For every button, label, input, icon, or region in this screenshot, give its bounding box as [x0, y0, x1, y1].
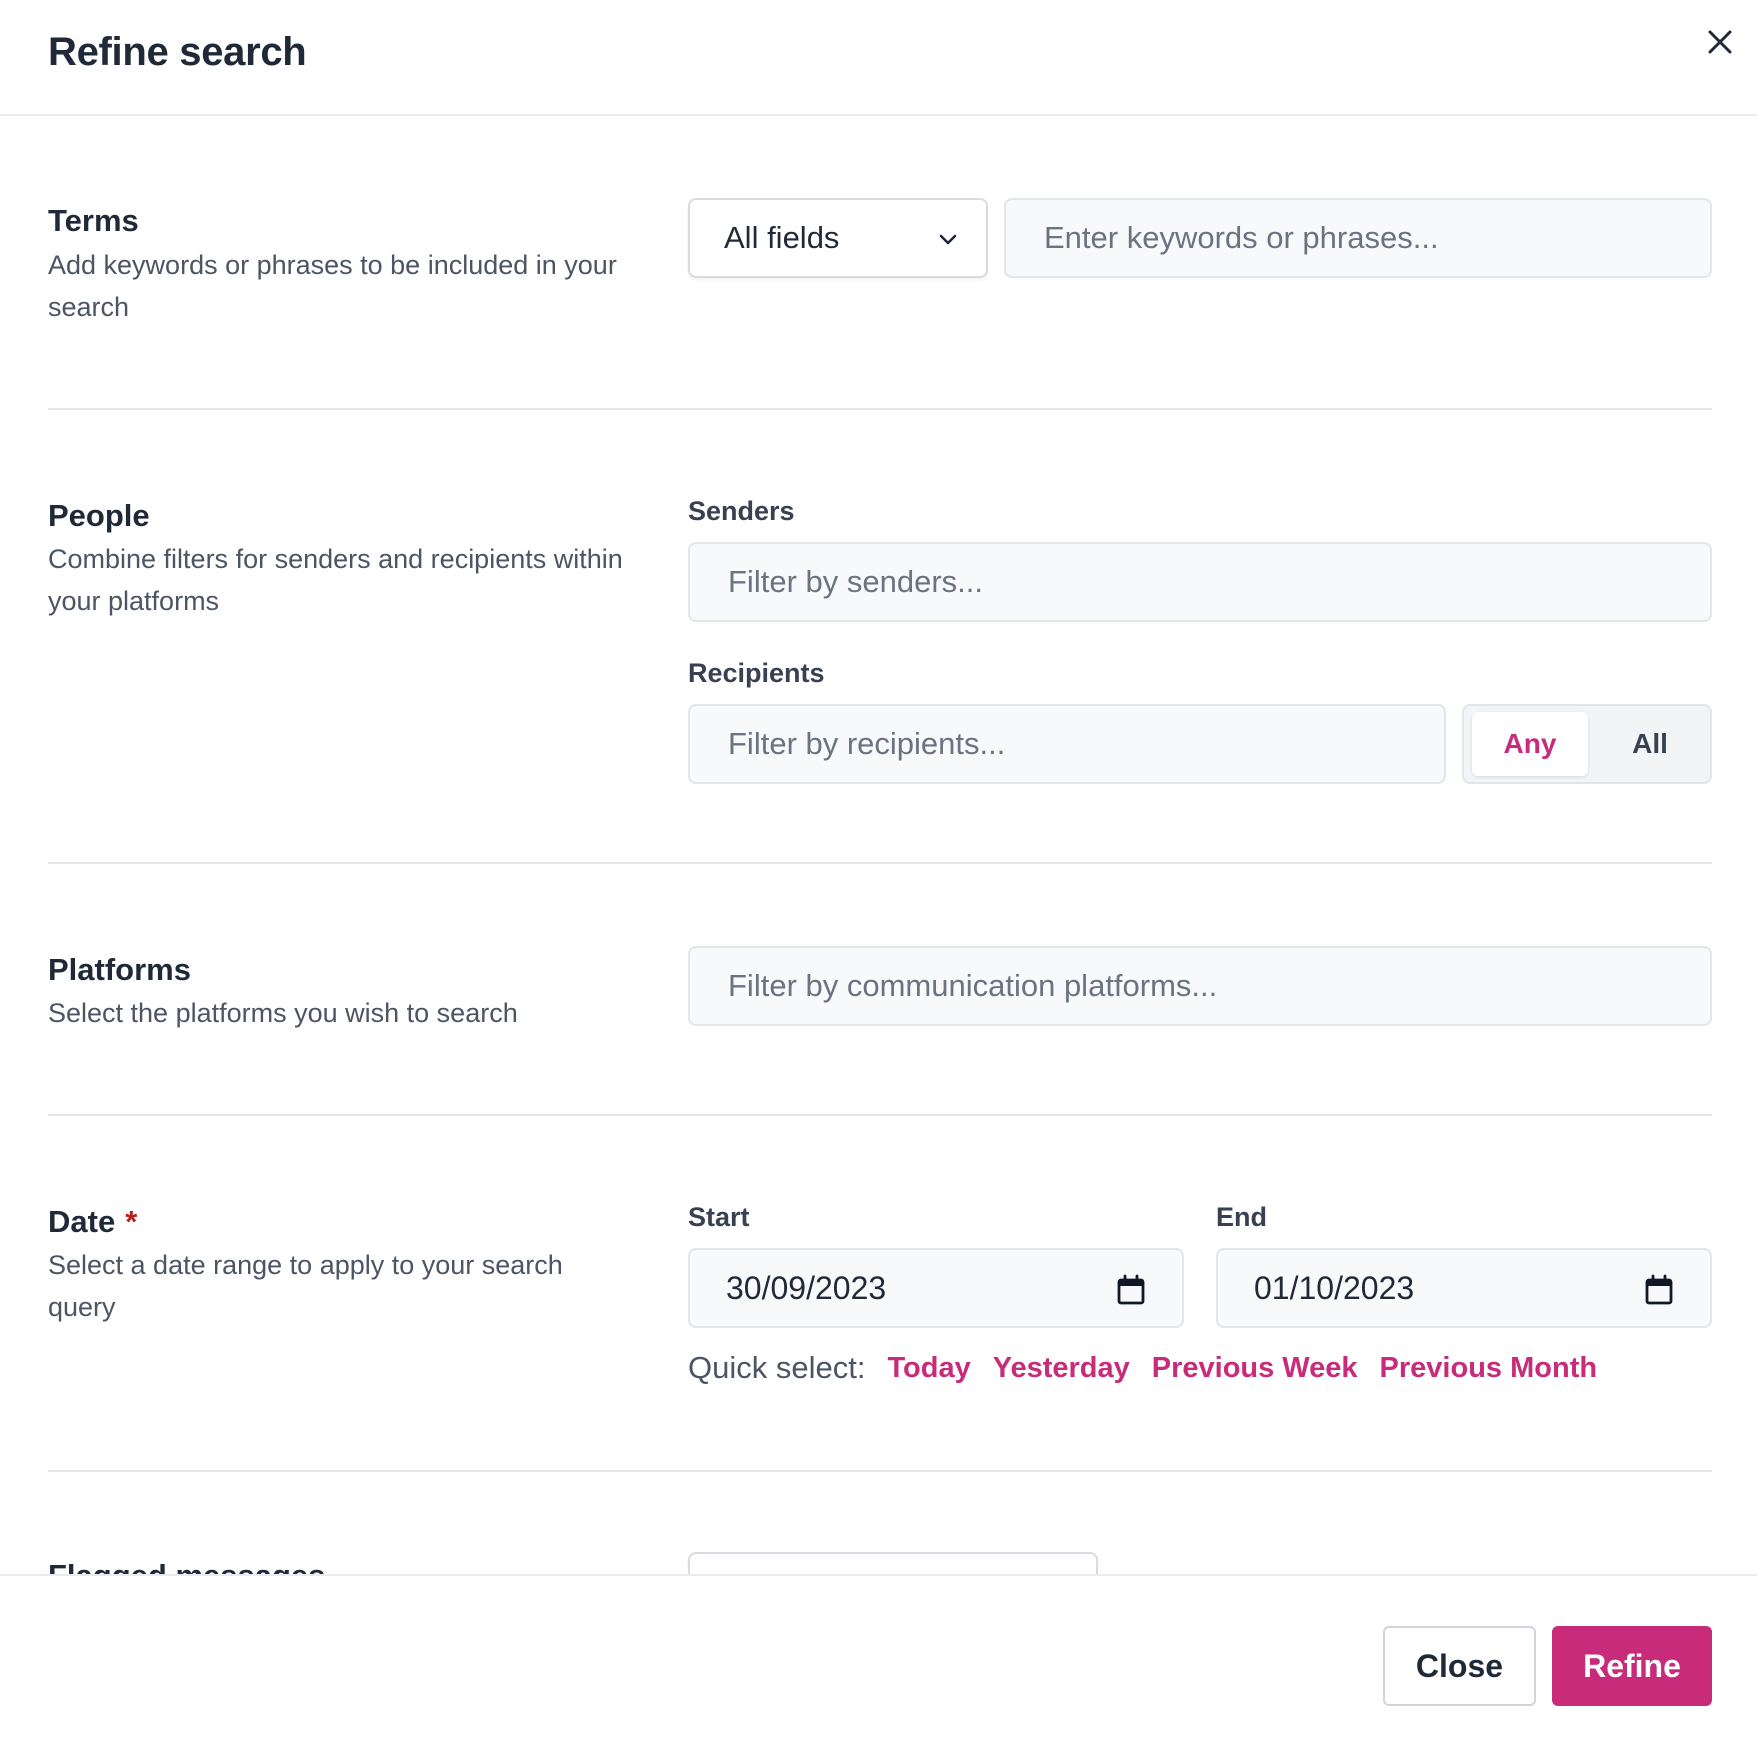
- recipients-placeholder: Filter by recipients...: [728, 726, 1006, 761]
- senders-input[interactable]: Filter by senders...: [688, 542, 1712, 622]
- date-title: Date *: [48, 1204, 137, 1240]
- close-button[interactable]: Close: [1383, 1626, 1536, 1706]
- end-date-input[interactable]: 01/10/2023: [1216, 1248, 1712, 1328]
- senders-label: Senders: [688, 496, 795, 526]
- quick-select-previous-week[interactable]: Previous Week: [1152, 1352, 1358, 1385]
- match-any-button[interactable]: Any: [1472, 712, 1588, 776]
- section-divider: [48, 862, 1712, 864]
- close-icon[interactable]: [1700, 22, 1740, 62]
- people-title: People: [48, 498, 150, 533]
- platforms-title: Platforms: [48, 952, 191, 987]
- dialog-title: Refine search: [48, 30, 307, 74]
- section-divider: [48, 1470, 1712, 1472]
- people-description: Combine filters for senders and recipien…: [48, 544, 623, 616]
- date-title-text: Date: [48, 1204, 116, 1239]
- dialog-footer: Close Refine: [0, 1574, 1757, 1741]
- flagged-select[interactable]: [688, 1552, 1098, 1574]
- platforms-description: Select the platforms you wish to search: [48, 998, 518, 1028]
- recipients-match-toggle: Any All: [1462, 704, 1712, 784]
- calendar-icon[interactable]: [1644, 1274, 1674, 1306]
- section-divider: [48, 1114, 1712, 1116]
- dialog-header: Refine search: [0, 0, 1757, 116]
- end-date-label: End: [1216, 1202, 1267, 1232]
- recipients-label: Recipients: [688, 658, 825, 688]
- platforms-placeholder: Filter by communication platforms...: [728, 968, 1218, 1003]
- field-select[interactable]: All fields: [688, 198, 988, 278]
- refine-button[interactable]: Refine: [1552, 1626, 1712, 1706]
- chevron-down-icon: [939, 234, 957, 245]
- start-date-label: Start: [688, 1202, 750, 1232]
- dialog-body: Terms Add keywords or phrases to be incl…: [0, 118, 1757, 1574]
- quick-select-label: Quick select:: [688, 1350, 866, 1385]
- recipients-input[interactable]: Filter by recipients...: [688, 704, 1446, 784]
- end-date-value: 01/10/2023: [1254, 1269, 1415, 1306]
- date-description: Select a date range to apply to your sea…: [48, 1250, 563, 1322]
- terms-description: Add keywords or phrases to be included i…: [48, 250, 617, 322]
- quick-select: Quick select: Today Yesterday Previous W…: [688, 1350, 1597, 1386]
- quick-select-yesterday[interactable]: Yesterday: [993, 1352, 1130, 1385]
- start-date-value: 30/09/2023: [726, 1269, 887, 1306]
- quick-select-previous-month[interactable]: Previous Month: [1380, 1352, 1598, 1385]
- match-all-button[interactable]: All: [1592, 712, 1708, 776]
- senders-placeholder: Filter by senders...: [728, 564, 983, 599]
- section-divider: [48, 408, 1712, 410]
- required-marker: *: [125, 1204, 138, 1239]
- keywords-placeholder: Enter keywords or phrases...: [1044, 220, 1439, 255]
- platforms-input[interactable]: Filter by communication platforms...: [688, 946, 1712, 1026]
- quick-select-today[interactable]: Today: [887, 1352, 970, 1385]
- calendar-icon[interactable]: [1116, 1274, 1146, 1306]
- start-date-input[interactable]: 30/09/2023: [688, 1248, 1184, 1328]
- keywords-input[interactable]: Enter keywords or phrases...: [1004, 198, 1712, 278]
- terms-title: Terms: [48, 203, 139, 238]
- flagged-title: Flagged messages: [48, 1558, 325, 1574]
- field-select-value: All fields: [724, 220, 840, 255]
